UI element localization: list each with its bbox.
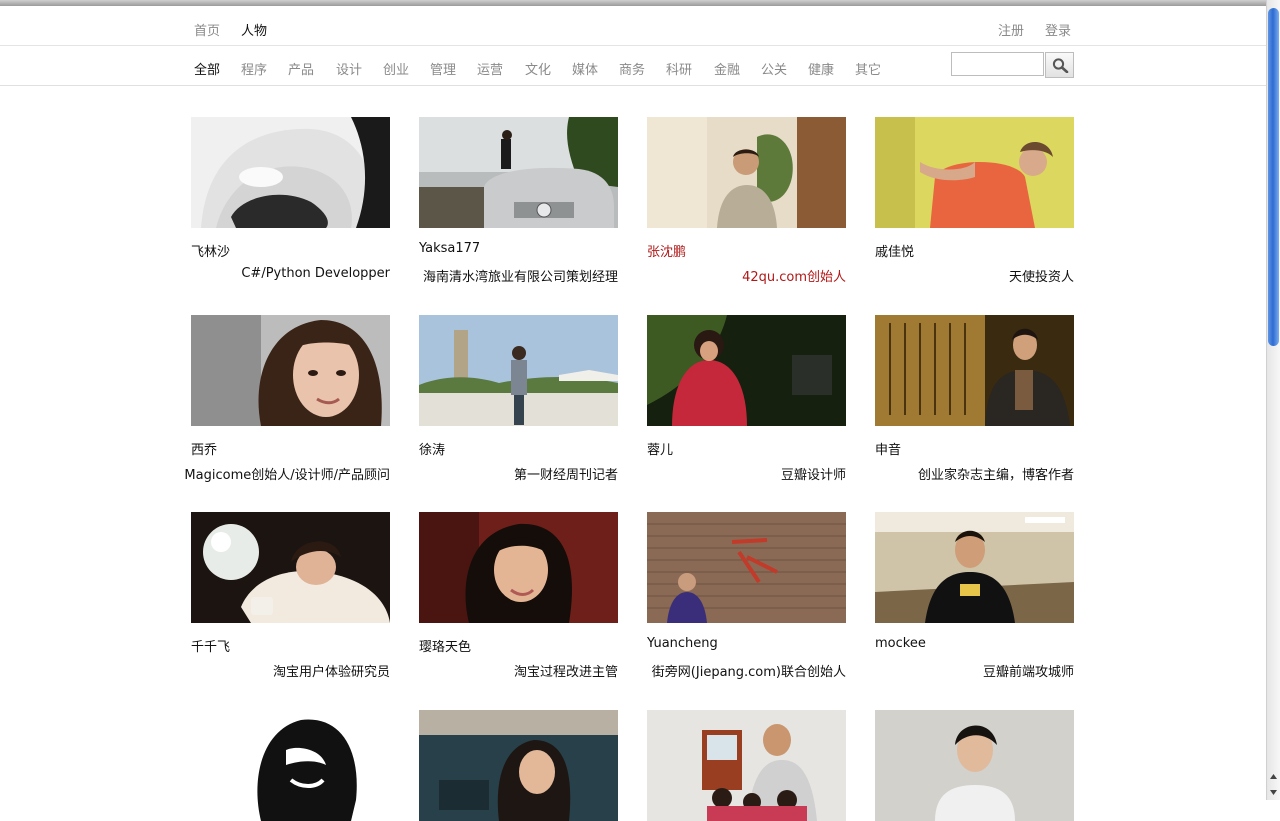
person-title: 创业家杂志主编，博客作者 (917, 468, 1074, 483)
person-title: 街旁网(Jiepang.com)联合创始人 (651, 665, 846, 680)
person-photo[interactable] (419, 710, 618, 821)
person-title: 豆瓣设计师 (780, 468, 846, 483)
register-link[interactable]: 注册 (998, 20, 1024, 39)
person-title: Magicome创始人/设计师/产品顾问 (184, 468, 390, 483)
scroll-down-button[interactable] (1268, 785, 1279, 799)
person-name[interactable]: 飞林沙 (191, 241, 230, 260)
nav-home-link[interactable]: 首页 (194, 20, 220, 39)
person-name[interactable]: 申音 (875, 439, 901, 458)
person-photo[interactable] (191, 512, 390, 623)
arrow-down-icon (1270, 790, 1277, 795)
person-title: C#/Python Developper (241, 266, 390, 281)
search-button[interactable] (1045, 52, 1074, 78)
category-health[interactable]: 健康 (808, 59, 834, 78)
person-photo[interactable] (647, 315, 846, 426)
search-icon (1052, 58, 1069, 73)
person-photo[interactable] (191, 315, 390, 426)
category-product[interactable]: 产品 (288, 59, 314, 78)
person-photo[interactable] (647, 512, 846, 623)
person-photo[interactable] (875, 315, 1074, 426)
arrow-up-icon (1270, 774, 1277, 779)
person-photo[interactable] (419, 315, 618, 426)
category-bar: 全部 程序 产品 设计 创业 管理 运营 文化 媒体 商务 科研 金融 公关 健… (0, 46, 1266, 86)
person-title: 豆瓣前端攻城师 (982, 665, 1074, 680)
category-finance[interactable]: 金融 (714, 59, 740, 78)
category-culture[interactable]: 文化 (525, 59, 551, 78)
category-all[interactable]: 全部 (194, 59, 220, 78)
category-programming[interactable]: 程序 (241, 59, 267, 78)
category-operations[interactable]: 运营 (477, 59, 503, 78)
category-research[interactable]: 科研 (666, 59, 692, 78)
person-name[interactable]: 千千飞 (191, 636, 230, 655)
person-name[interactable]: mockee (875, 636, 926, 651)
category-media[interactable]: 媒体 (572, 59, 598, 78)
person-name[interactable]: 蓉儿 (647, 439, 673, 458)
category-design[interactable]: 设计 (336, 59, 362, 78)
person-title: 淘宝用户体验研究员 (272, 665, 390, 680)
person-title: 42qu.com创始人 (742, 270, 846, 285)
category-startup[interactable]: 创业 (383, 59, 409, 78)
person-name[interactable]: 西乔 (191, 439, 217, 458)
category-management[interactable]: 管理 (430, 59, 456, 78)
person-photo[interactable] (875, 512, 1074, 623)
person-photo[interactable] (191, 117, 390, 228)
login-link[interactable]: 登录 (1045, 20, 1071, 39)
category-other[interactable]: 其它 (855, 59, 881, 78)
person-name[interactable]: 璎珞天色 (419, 636, 471, 655)
category-business[interactable]: 商务 (619, 59, 645, 78)
person-photo[interactable] (647, 117, 846, 228)
person-title: 淘宝过程改进主管 (513, 665, 618, 680)
person-photo[interactable] (647, 710, 846, 821)
person-name[interactable]: 张沈鹏 (647, 241, 686, 260)
person-photo[interactable] (875, 710, 1074, 821)
person-name[interactable]: Yaksa177 (419, 241, 480, 256)
person-title: 第一财经周刊记者 (513, 468, 618, 483)
scrollbar-thumb[interactable] (1268, 8, 1279, 346)
person-title: 海南清水湾旅业有限公司策划经理 (422, 270, 618, 285)
search-input[interactable] (951, 52, 1044, 76)
person-photo[interactable] (419, 512, 618, 623)
person-photo[interactable] (419, 117, 618, 228)
person-photo[interactable] (875, 117, 1074, 228)
person-name[interactable]: 徐涛 (419, 439, 445, 458)
category-pr[interactable]: 公关 (761, 59, 787, 78)
person-photo[interactable] (191, 710, 390, 821)
person-title: 天使投资人 (1008, 270, 1074, 285)
person-name[interactable]: 戚佳悦 (875, 241, 914, 260)
person-name[interactable]: Yuancheng (647, 636, 718, 651)
top-navigation: 首页 人物 注册 登录 (0, 6, 1266, 46)
scroll-up-button[interactable] (1268, 770, 1279, 784)
nav-people-link[interactable]: 人物 (241, 20, 267, 39)
